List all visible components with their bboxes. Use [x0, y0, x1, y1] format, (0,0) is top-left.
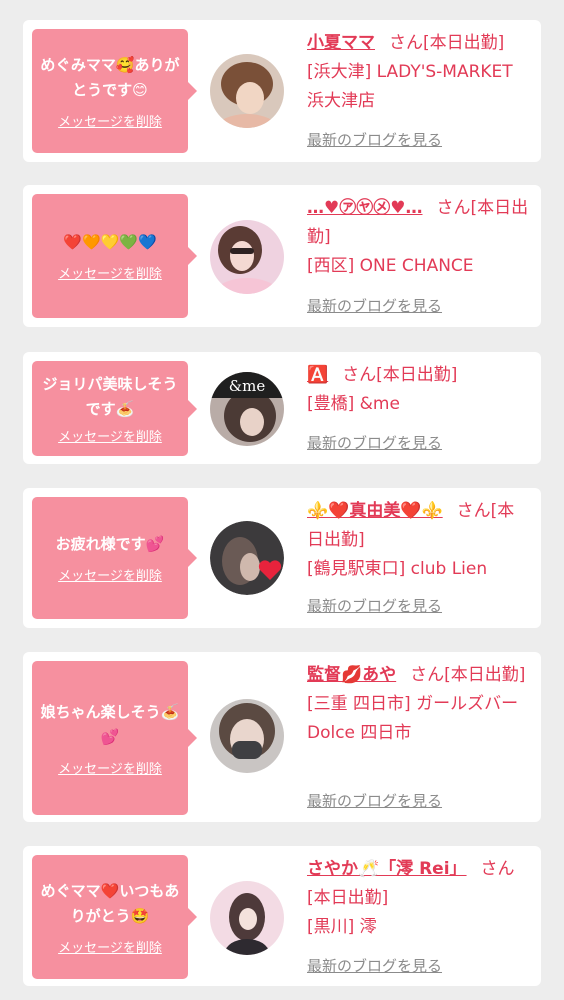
avatar-photo: [210, 881, 284, 955]
shop-name: [黒川] 澪: [307, 917, 377, 937]
message-bubble: めぐママ❤️いつもありがとう🤩 メッセージを削除: [32, 855, 197, 979]
latest-blog-link[interactable]: 最新のブログを見る: [307, 295, 442, 316]
message-bubble: めぐみママ🥰ありがとうです😊 メッセージを削除: [32, 29, 197, 153]
heart-icon: [258, 560, 282, 580]
latest-blog-link[interactable]: 最新のブログを見る: [307, 955, 442, 976]
message-card: めぐみママ🥰ありがとうです😊 メッセージを削除 小夏ママ さん[本日出勤] [浜大…: [23, 20, 541, 162]
profile-name-link[interactable]: 🅰️: [307, 365, 328, 385]
message-text: ❤️🧡💛💚💙: [63, 233, 157, 251]
message-text: ジョリパ美味しそうです🍝: [42, 375, 178, 418]
message-bubble: 娘ちゃん楽しそう🍝💕 メッセージを削除: [32, 661, 197, 815]
shop-name: [西区] ONE CHANCE: [307, 256, 474, 276]
message-text: お疲れ様です💕: [55, 535, 165, 553]
delete-message-link[interactable]: メッセージを削除: [58, 426, 162, 445]
avatar-photo: [210, 521, 284, 595]
profile-name-link[interactable]: さやか🥂「澪 Rei」: [307, 859, 467, 879]
avatar[interactable]: [210, 881, 284, 955]
profile-info: 🅰️ さん[本日出勤] [豊橋] &me: [307, 361, 529, 419]
profile-name-link[interactable]: 小夏ママ: [307, 33, 375, 53]
profile-info: さやか🥂「澪 Rei」 さん[本日出勤] [黒川] 澪: [307, 855, 529, 942]
message-card: お疲れ様です💕 メッセージを削除 ⚜️❤️真由美❤️⚜️ さん[本日出勤] [鶴見…: [23, 488, 541, 628]
message-card: ジョリパ美味しそうです🍝 メッセージを削除 &me 🅰️ さん[本日出勤] [豊橋…: [23, 352, 541, 464]
avatar[interactable]: [210, 521, 284, 595]
work-status: さん[本日出勤]: [342, 365, 458, 385]
profile-info: 小夏ママ さん[本日出勤] [浜大津] LADY'S-MARKET 浜大津店: [307, 29, 529, 116]
avatar-photo: [210, 54, 284, 128]
message-text: めぐみママ🥰ありがとうです😊: [40, 55, 180, 99]
message-card: ❤️🧡💛💚💙 メッセージを削除 …♥㋐㋳㋱♥… さん[本日出勤] [西区] ONE…: [23, 185, 541, 327]
profile-info: 監督💋あや さん[本日出勤] [三重 四日市] ガールズバー Dolce 四日市: [307, 661, 529, 748]
work-status: さん[本日出勤]: [389, 33, 505, 53]
avatar[interactable]: &me: [210, 372, 284, 446]
avatar[interactable]: [210, 220, 284, 294]
message-bubble: お疲れ様です💕 メッセージを削除: [32, 497, 197, 619]
work-status: さん[本日出勤]: [410, 665, 526, 685]
message-card: 娘ちゃん楽しそう🍝💕 メッセージを削除 監督💋あや さん[本日出勤] [三重 四日…: [23, 652, 541, 822]
avatar-photo: &me: [210, 372, 284, 446]
message-text: 娘ちゃん楽しそう🍝💕: [40, 702, 180, 746]
avatar-photo: [210, 220, 284, 294]
latest-blog-link[interactable]: 最新のブログを見る: [307, 129, 442, 150]
avatar[interactable]: [210, 54, 284, 128]
shop-name: [豊橋] &me: [307, 394, 400, 414]
delete-message-link[interactable]: メッセージを削除: [58, 111, 162, 130]
shop-name: [三重 四日市] ガールズバー Dolce 四日市: [307, 694, 519, 743]
message-card: めぐママ❤️いつもありがとう🤩 メッセージを削除 さやか🥂「澪 Rei」 さん[本…: [23, 846, 541, 986]
latest-blog-link[interactable]: 最新のブログを見る: [307, 595, 442, 616]
delete-message-link[interactable]: メッセージを削除: [58, 937, 162, 956]
avatar[interactable]: [210, 699, 284, 773]
delete-message-link[interactable]: メッセージを削除: [58, 565, 162, 584]
avatar-text: &me: [229, 377, 266, 395]
latest-blog-link[interactable]: 最新のブログを見る: [307, 790, 442, 811]
profile-name-link[interactable]: ⚜️❤️真由美❤️⚜️: [307, 501, 443, 521]
profile-name-link[interactable]: 監督💋あや: [307, 665, 396, 685]
delete-message-link[interactable]: メッセージを削除: [58, 263, 162, 282]
profile-name-link[interactable]: …♥㋐㋳㋱♥…: [307, 198, 422, 218]
delete-message-link[interactable]: メッセージを削除: [58, 758, 162, 777]
message-text: めぐママ❤️いつもありがとう🤩: [40, 881, 180, 925]
message-bubble: ジョリパ美味しそうです🍝 メッセージを削除: [32, 361, 197, 456]
shop-name: [鶴見駅東口] club Lien: [307, 559, 488, 579]
shop-name: [浜大津] LADY'S-MARKET 浜大津店: [307, 62, 513, 111]
profile-info: …♥㋐㋳㋱♥… さん[本日出勤] [西区] ONE CHANCE: [307, 194, 529, 281]
latest-blog-link[interactable]: 最新のブログを見る: [307, 432, 442, 453]
message-bubble: ❤️🧡💛💚💙 メッセージを削除: [32, 194, 197, 318]
profile-info: ⚜️❤️真由美❤️⚜️ さん[本日出勤] [鶴見駅東口] club Lien: [307, 497, 529, 584]
avatar-photo: [210, 699, 284, 773]
